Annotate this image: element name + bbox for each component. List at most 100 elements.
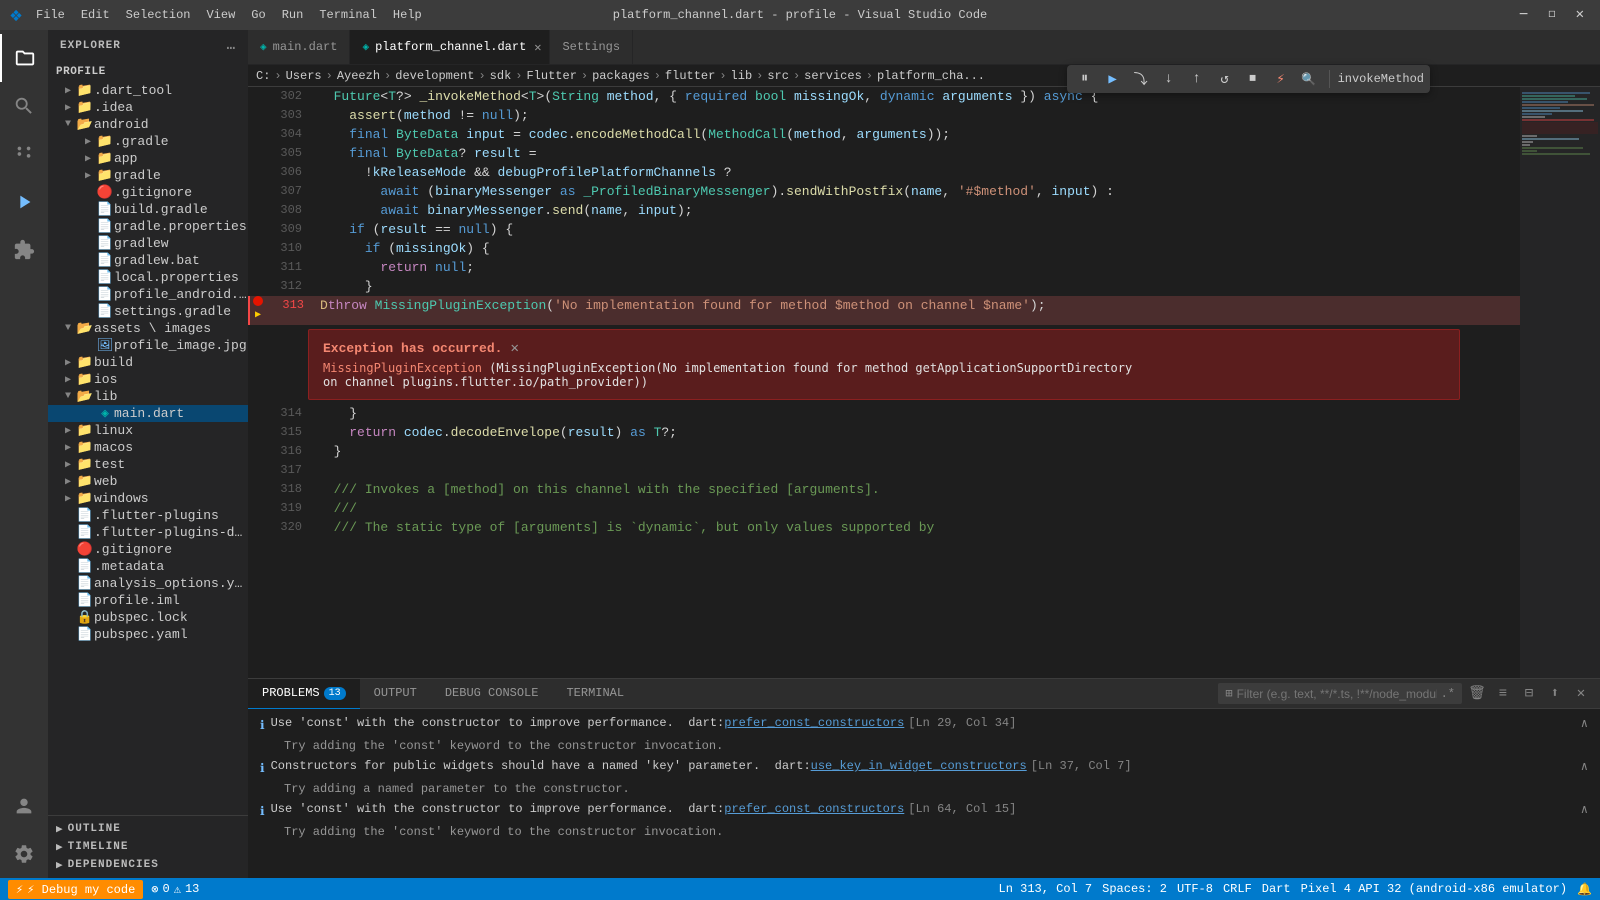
debug-continue-btn[interactable]: ▶ [1101, 67, 1125, 91]
tab-settings[interactable]: Settings [550, 30, 633, 64]
breadcrumb-part[interactable]: development [395, 69, 474, 83]
debug-step-over-btn[interactable]: ⤵ [1129, 67, 1153, 91]
menu-help[interactable]: Help [387, 6, 428, 24]
maximize-btn[interactable]: ◻ [1542, 4, 1561, 26]
outline-section[interactable]: ▶ OUTLINE [48, 820, 248, 838]
breadcrumb-part[interactable]: sdk [490, 69, 512, 83]
tree-item-web[interactable]: ▶ 📁 web [48, 473, 248, 490]
tab-close-btn[interactable]: ✕ [532, 38, 543, 57]
tree-item-gradle2[interactable]: ▶ 📁 gradle [48, 167, 248, 184]
menu-file[interactable]: File [30, 6, 71, 24]
filter-input[interactable] [1237, 687, 1437, 701]
tree-item-macos[interactable]: ▶ 📁 macos [48, 439, 248, 456]
menu-edit[interactable]: Edit [75, 6, 116, 24]
panel-tab-terminal[interactable]: TERMINAL [552, 679, 638, 709]
encoding-status[interactable]: UTF-8 [1177, 882, 1213, 896]
sidebar-more-btn[interactable]: … [227, 38, 236, 54]
menu-terminal[interactable]: Terminal [313, 6, 383, 24]
tree-item-ios[interactable]: ▶ 📁 ios [48, 371, 248, 388]
tree-item-gradlew-bat[interactable]: 📄 gradlew.bat [48, 252, 248, 269]
menu-go[interactable]: Go [245, 6, 271, 24]
timeline-section[interactable]: ▶ TIMELINE [48, 838, 248, 856]
tree-item-windows[interactable]: ▶ 📁 windows [48, 490, 248, 507]
panel-expand-btn[interactable]: ⬆ [1544, 683, 1566, 705]
problem-expand-btn[interactable]: ∧ [1581, 759, 1588, 774]
search-activity-btn[interactable] [0, 82, 48, 130]
accounts-activity-btn[interactable] [0, 782, 48, 830]
tree-item-gradle-props[interactable]: 📄 gradle.properties [48, 218, 248, 235]
errors-status[interactable]: ⊗ 0 ⚠ 13 [151, 882, 199, 897]
panel-collapse-btn[interactable]: ≡ [1492, 683, 1514, 705]
problem-expand-btn[interactable]: ∧ [1581, 802, 1588, 817]
tree-item-gradlew[interactable]: 📄 gradlew [48, 235, 248, 252]
tree-item-assets[interactable]: ▼ 📂 assets \ images [48, 320, 248, 337]
extensions-activity-btn[interactable] [0, 226, 48, 274]
tree-item-flutter-plugins[interactable]: 📄 .flutter-plugins [48, 507, 248, 524]
spaces-status[interactable]: Spaces: 2 [1102, 882, 1167, 896]
tree-item-test[interactable]: ▶ 📁 test [48, 456, 248, 473]
minimize-btn[interactable]: − [1513, 4, 1535, 26]
debug-my-code-btn[interactable]: ⚡ ⚡ Debug my code [8, 880, 143, 899]
breadcrumb-part[interactable]: Users [286, 69, 322, 83]
close-btn[interactable]: ✕ [1570, 4, 1590, 26]
line-ending-status[interactable]: CRLF [1223, 882, 1252, 896]
breadcrumb-part[interactable]: platform_cha... [877, 69, 985, 83]
panel-filter-btn[interactable]: ⊟ [1518, 683, 1540, 705]
debug-pause-btn[interactable]: ⏸ [1073, 67, 1097, 91]
breadcrumb-part[interactable]: src [767, 69, 789, 83]
tree-item-build-gradle[interactable]: 📄 build.gradle [48, 201, 248, 218]
problem-expand-btn[interactable]: ∧ [1581, 716, 1588, 731]
tree-item-pubspec-yaml[interactable]: 📄 pubspec.yaml [48, 626, 248, 643]
tree-item-settings-gradle[interactable]: 📄 settings.gradle [48, 303, 248, 320]
debug-search-btn[interactable]: 🔍 [1297, 67, 1321, 91]
panel-tab-debug-console[interactable]: DEBUG CONSOLE [431, 679, 553, 709]
tree-item-main-dart[interactable]: ◈ main.dart [48, 405, 248, 422]
tree-item-android[interactable]: ▼ 📂 android [48, 116, 248, 133]
tree-item-profile-android[interactable]: 📄 profile_android.i... [48, 286, 248, 303]
line-col-status[interactable]: Ln 313, Col 7 [999, 882, 1093, 896]
run-debug-activity-btn[interactable] [0, 178, 48, 226]
debug-step-out-btn[interactable]: ↑ [1185, 67, 1209, 91]
breadcrumb-part[interactable]: packages [592, 69, 650, 83]
device-status[interactable]: Pixel 4 API 32 (android-x86 emulator) [1301, 882, 1567, 896]
exception-close-btn[interactable]: ✕ [510, 340, 518, 357]
breadcrumb-part[interactable]: flutter [665, 69, 715, 83]
tree-item-profile-image[interactable]: 🖼 profile_image.jpg [48, 337, 248, 354]
tree-item-build[interactable]: ▶ 📁 build [48, 354, 248, 371]
explorer-activity-btn[interactable] [0, 34, 48, 82]
panel-tab-problems[interactable]: PROBLEMS 13 [248, 679, 360, 709]
debug-restart-btn[interactable]: ↺ [1213, 67, 1237, 91]
panel-close-btn[interactable]: ✕ [1570, 683, 1592, 705]
tree-item-gitignore[interactable]: 🔴 .gitignore [48, 541, 248, 558]
source-control-activity-btn[interactable] [0, 130, 48, 178]
tree-item-gradle[interactable]: ▶ 📁 .gradle [48, 133, 248, 150]
debug-hot-reload-btn[interactable]: ⚡ [1269, 67, 1293, 91]
menu-run[interactable]: Run [276, 6, 310, 24]
tree-item-pubspec-lock[interactable]: 🔒 pubspec.lock [48, 609, 248, 626]
problem-item-1[interactable]: ℹ Use 'const' with the constructor to im… [248, 713, 1600, 736]
menu-selection[interactable]: Selection [120, 6, 197, 24]
tree-item-linux[interactable]: ▶ 📁 linux [48, 422, 248, 439]
editor-area[interactable]: 302 Future<T?> _invokeMethod<T>(String m… [248, 87, 1520, 678]
problem-link[interactable]: prefer_const_constructors [724, 802, 904, 816]
tree-item-metadata[interactable]: 📄 .metadata [48, 558, 248, 575]
problem-link[interactable]: use_key_in_widget_constructors [811, 759, 1027, 773]
filter-regex-btn[interactable]: .* [1441, 687, 1455, 701]
tree-item-lib[interactable]: ▼ 📂 lib [48, 388, 248, 405]
debug-step-into-btn[interactable]: ↓ [1157, 67, 1181, 91]
breadcrumb-part[interactable]: C: [256, 69, 270, 83]
breadcrumb-part[interactable]: lib [731, 69, 753, 83]
settings-activity-btn[interactable] [0, 830, 48, 878]
tree-item-dart-tool[interactable]: ▶ 📁 .dart_tool [48, 82, 248, 99]
panel-tab-output[interactable]: OUTPUT [360, 679, 431, 709]
tab-main-dart[interactable]: ◈ main.dart [248, 30, 350, 64]
breadcrumb-part[interactable]: Flutter [526, 69, 576, 83]
tree-item-analysis-options[interactable]: 📄 analysis_options.y... [48, 575, 248, 592]
tree-item-flutter-plugins-d[interactable]: 📄 .flutter-plugins-d... [48, 524, 248, 541]
tree-item-idea[interactable]: ▶ 📁 .idea [48, 99, 248, 116]
dependencies-section[interactable]: ▶ DEPENDENCIES [48, 856, 248, 874]
menu-view[interactable]: View [200, 6, 241, 24]
breadcrumb-part[interactable]: services [804, 69, 862, 83]
notification-bell[interactable]: 🔔 [1577, 882, 1592, 897]
problem-item-3[interactable]: ℹ Use 'const' with the constructor to im… [248, 799, 1600, 822]
